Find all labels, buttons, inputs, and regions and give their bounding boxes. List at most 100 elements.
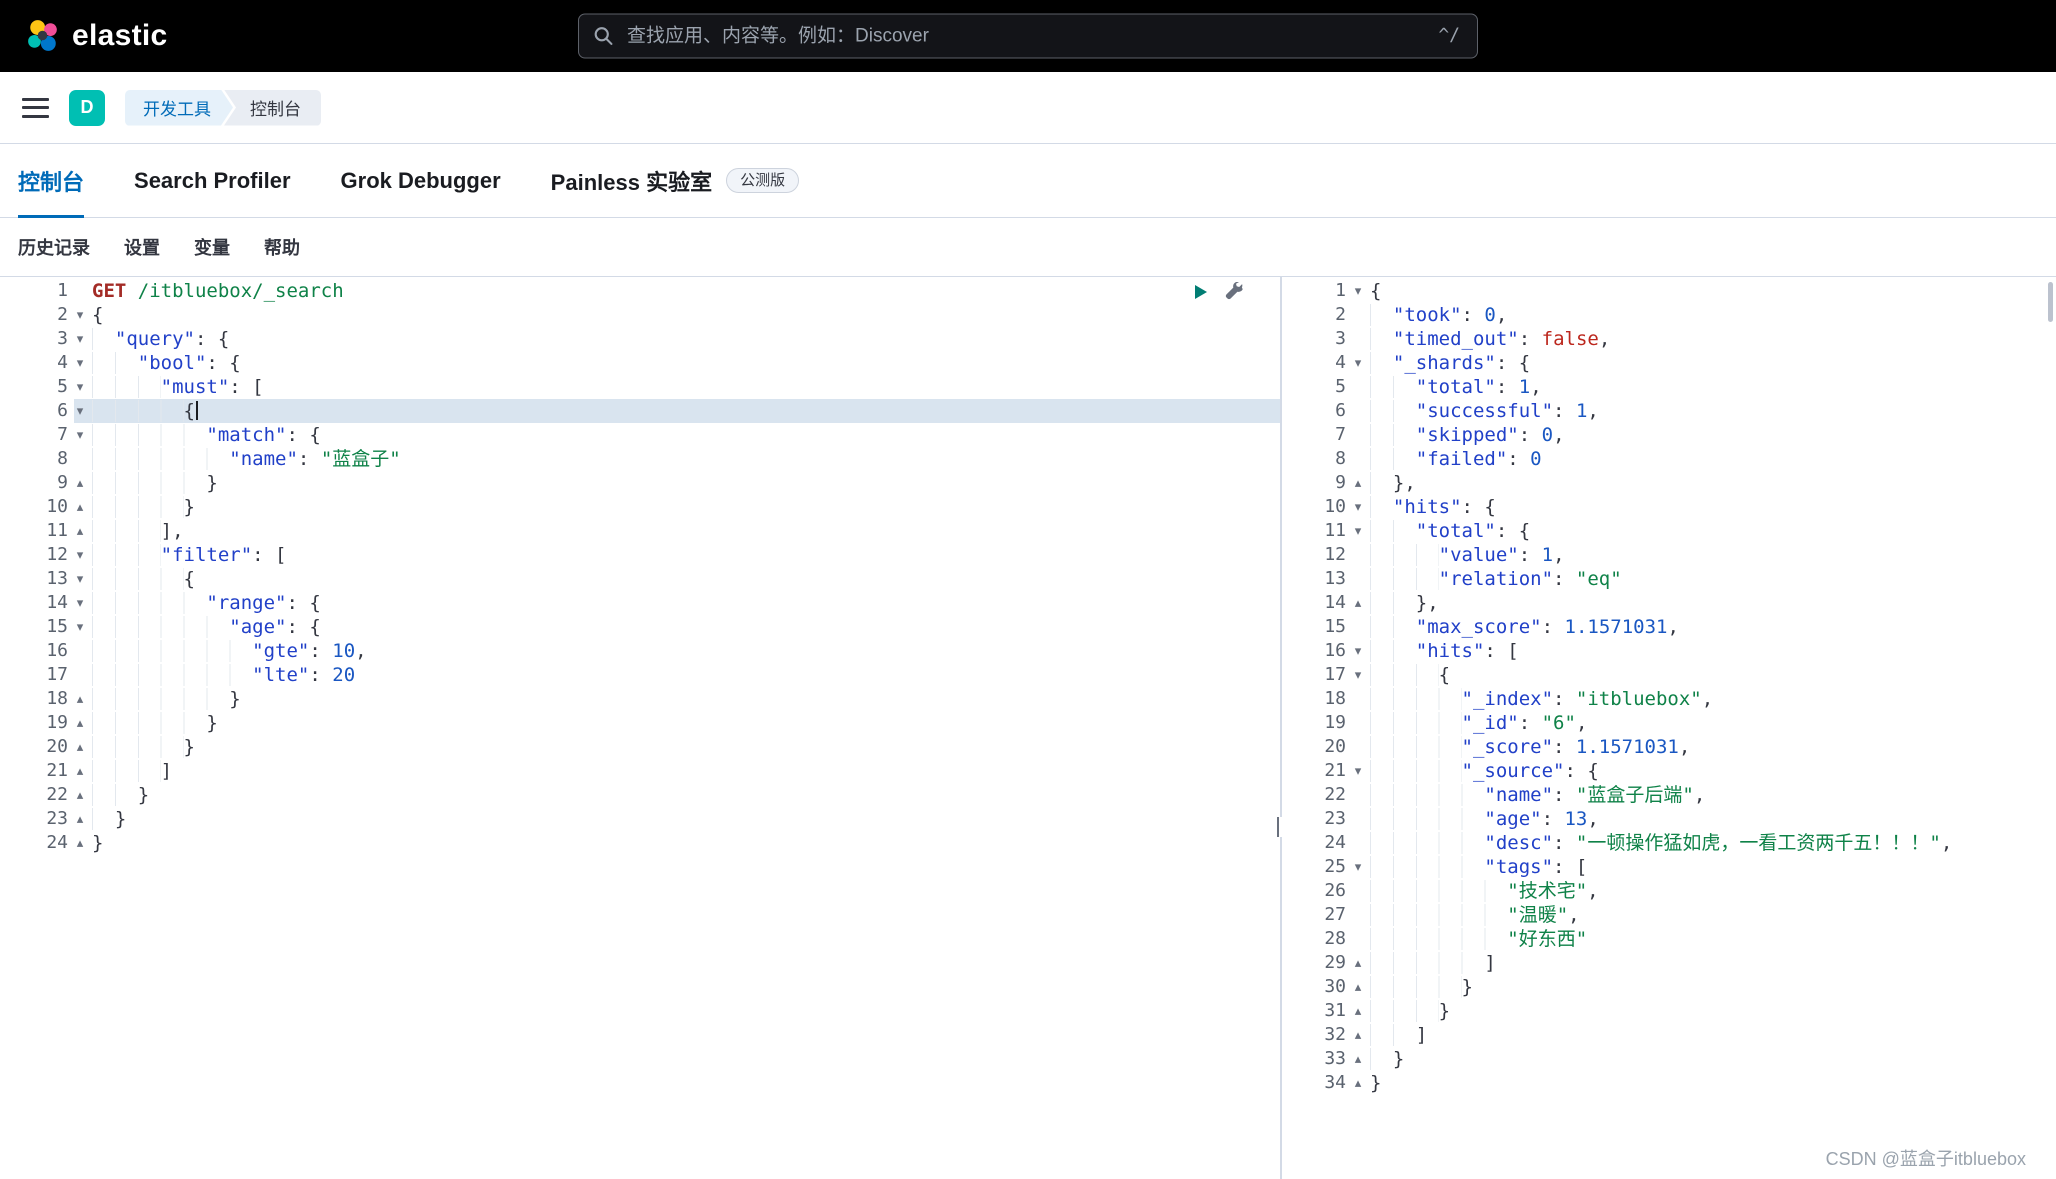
fold-toggle-icon[interactable]: ▾ [68, 591, 92, 615]
code-line[interactable]: 31▴ } [1282, 999, 2056, 1023]
fold-toggle-icon[interactable]: ▾ [68, 399, 92, 423]
tab-painless-lab[interactable]: Painless 实验室 公测版 [551, 144, 799, 217]
fold-toggle-icon[interactable]: ▴ [68, 807, 92, 831]
code-line[interactable]: 15▾ "age": { [0, 615, 1280, 639]
code-line[interactable]: 25▾ "tags": [ [1282, 855, 2056, 879]
fold-toggle-icon[interactable]: ▴ [68, 471, 92, 495]
fold-toggle-icon[interactable]: ▴ [1346, 1047, 1370, 1071]
fold-toggle-icon[interactable]: ▾ [1346, 639, 1370, 663]
fold-toggle-icon[interactable]: ▾ [68, 327, 92, 351]
tab-console[interactable]: 控制台 [18, 144, 84, 217]
global-search-input[interactable] [578, 14, 1478, 59]
code-line[interactable]: 21▾ "_source": { [1282, 759, 2056, 783]
fold-toggle-icon[interactable]: ▾ [1346, 519, 1370, 543]
code-line[interactable]: 4▾ "_shards": { [1282, 351, 2056, 375]
request-editor[interactable]: 1GET /itbluebox/_search2▾{3▾ "query": {4… [0, 277, 1280, 855]
code-line[interactable]: 9▴ } [0, 471, 1280, 495]
code-line[interactable]: 30▴ } [1282, 975, 2056, 999]
code-line[interactable]: 11▾ "total": { [1282, 519, 2056, 543]
menu-toggle-icon[interactable] [22, 98, 49, 118]
code-line[interactable]: 27 "温暖", [1282, 903, 2056, 927]
code-line[interactable]: 17▾ { [1282, 663, 2056, 687]
code-line[interactable]: 14▾ "range": { [0, 591, 1280, 615]
breadcrumb-dev-tools[interactable]: 开发工具 [125, 90, 233, 126]
fold-toggle-icon[interactable]: ▴ [68, 831, 92, 855]
code-line[interactable]: 33▴ } [1282, 1047, 2056, 1071]
fold-toggle-icon[interactable]: ▴ [1346, 1023, 1370, 1047]
code-line[interactable]: 26 "技术宅", [1282, 879, 2056, 903]
code-line[interactable]: 20▴ } [0, 735, 1280, 759]
scrollbar-thumb[interactable] [2048, 282, 2053, 322]
code-line[interactable]: 6▾ { [0, 399, 1280, 423]
menu-history[interactable]: 历史记录 [18, 234, 90, 260]
space-avatar[interactable]: D [69, 90, 105, 126]
fold-toggle-icon[interactable]: ▴ [68, 519, 92, 543]
code-line[interactable]: 2 "took": 0, [1282, 303, 2056, 327]
code-line[interactable]: 21▴ ] [0, 759, 1280, 783]
code-line[interactable]: 19▴ } [0, 711, 1280, 735]
fold-toggle-icon[interactable]: ▴ [68, 687, 92, 711]
fold-toggle-icon[interactable]: ▾ [1346, 495, 1370, 519]
code-line[interactable]: 14▴ }, [1282, 591, 2056, 615]
code-line[interactable]: 24▴} [0, 831, 1280, 855]
code-line[interactable]: 19 "_id": "6", [1282, 711, 2056, 735]
code-line[interactable]: 18 "_index": "itbluebox", [1282, 687, 2056, 711]
code-line[interactable]: 34▴} [1282, 1071, 2056, 1095]
code-line[interactable]: 1▾{ [1282, 279, 2056, 303]
code-line[interactable]: 3▾ "query": { [0, 327, 1280, 351]
tab-search-profiler[interactable]: Search Profiler [134, 144, 291, 217]
code-line[interactable]: 7 "skipped": 0, [1282, 423, 2056, 447]
code-line[interactable]: 15 "max_score": 1.1571031, [1282, 615, 2056, 639]
code-line[interactable]: 24 "desc": "一顿操作猛如虎，一看工资两千五！！！", [1282, 831, 2056, 855]
code-line[interactable]: 18▴ } [0, 687, 1280, 711]
code-line[interactable]: 11▴ ], [0, 519, 1280, 543]
code-line[interactable]: 22 "name": "蓝盒子后端", [1282, 783, 2056, 807]
menu-settings[interactable]: 设置 [124, 234, 160, 260]
code-line[interactable]: 2▾{ [0, 303, 1280, 327]
code-line[interactable]: 16▾ "hits": [ [1282, 639, 2056, 663]
fold-toggle-icon[interactable]: ▾ [68, 375, 92, 399]
code-line[interactable]: 13 "relation": "eq" [1282, 567, 2056, 591]
fold-toggle-icon[interactable]: ▾ [68, 351, 92, 375]
code-line[interactable]: 5▾ "must": [ [0, 375, 1280, 399]
code-line[interactable]: 12 "value": 1, [1282, 543, 2056, 567]
fold-toggle-icon[interactable]: ▾ [68, 567, 92, 591]
fold-toggle-icon[interactable]: ▴ [68, 711, 92, 735]
code-line[interactable]: 10▴ } [0, 495, 1280, 519]
code-line[interactable]: 29▴ ] [1282, 951, 2056, 975]
fold-toggle-icon[interactable]: ▾ [1346, 663, 1370, 687]
wrench-icon[interactable] [1225, 282, 1245, 302]
code-line[interactable]: 9▴ }, [1282, 471, 2056, 495]
code-line[interactable]: 7▾ "match": { [0, 423, 1280, 447]
response-viewer[interactable]: 1▾{2 "took": 0,3 "timed_out": false,4▾ "… [1282, 277, 2056, 1095]
code-line[interactable]: 4▾ "bool": { [0, 351, 1280, 375]
menu-variables[interactable]: 变量 [194, 234, 230, 260]
code-line[interactable]: 22▴ } [0, 783, 1280, 807]
fold-toggle-icon[interactable]: ▾ [68, 423, 92, 447]
fold-toggle-icon[interactable]: ▾ [1346, 279, 1370, 303]
code-line[interactable]: 8 "failed": 0 [1282, 447, 2056, 471]
fold-toggle-icon[interactable]: ▴ [1346, 975, 1370, 999]
fold-toggle-icon[interactable]: ▾ [68, 615, 92, 639]
send-request-button[interactable] [1190, 282, 1210, 302]
fold-toggle-icon[interactable]: ▾ [68, 543, 92, 567]
fold-toggle-icon[interactable]: ▴ [68, 783, 92, 807]
code-line[interactable]: 1GET /itbluebox/_search [0, 279, 1280, 303]
code-line[interactable]: 28 "好东西" [1282, 927, 2056, 951]
fold-toggle-icon[interactable]: ▴ [1346, 951, 1370, 975]
code-line[interactable]: 23 "age": 13, [1282, 807, 2056, 831]
code-line[interactable]: 17 "lte": 20 [0, 663, 1280, 687]
fold-toggle-icon[interactable]: ▴ [68, 759, 92, 783]
code-line[interactable]: 3 "timed_out": false, [1282, 327, 2056, 351]
fold-toggle-icon[interactable]: ▾ [68, 303, 92, 327]
fold-toggle-icon[interactable]: ▾ [1346, 855, 1370, 879]
menu-help[interactable]: 帮助 [264, 234, 300, 260]
code-line[interactable]: 20 "_score": 1.1571031, [1282, 735, 2056, 759]
elastic-logo[interactable]: elastic [26, 19, 168, 53]
code-line[interactable]: 32▴ ] [1282, 1023, 2056, 1047]
fold-toggle-icon[interactable]: ▴ [1346, 591, 1370, 615]
code-line[interactable]: 10▾ "hits": { [1282, 495, 2056, 519]
code-line[interactable]: 5 "total": 1, [1282, 375, 2056, 399]
fold-toggle-icon[interactable]: ▴ [1346, 999, 1370, 1023]
code-line[interactable]: 16 "gte": 10, [0, 639, 1280, 663]
